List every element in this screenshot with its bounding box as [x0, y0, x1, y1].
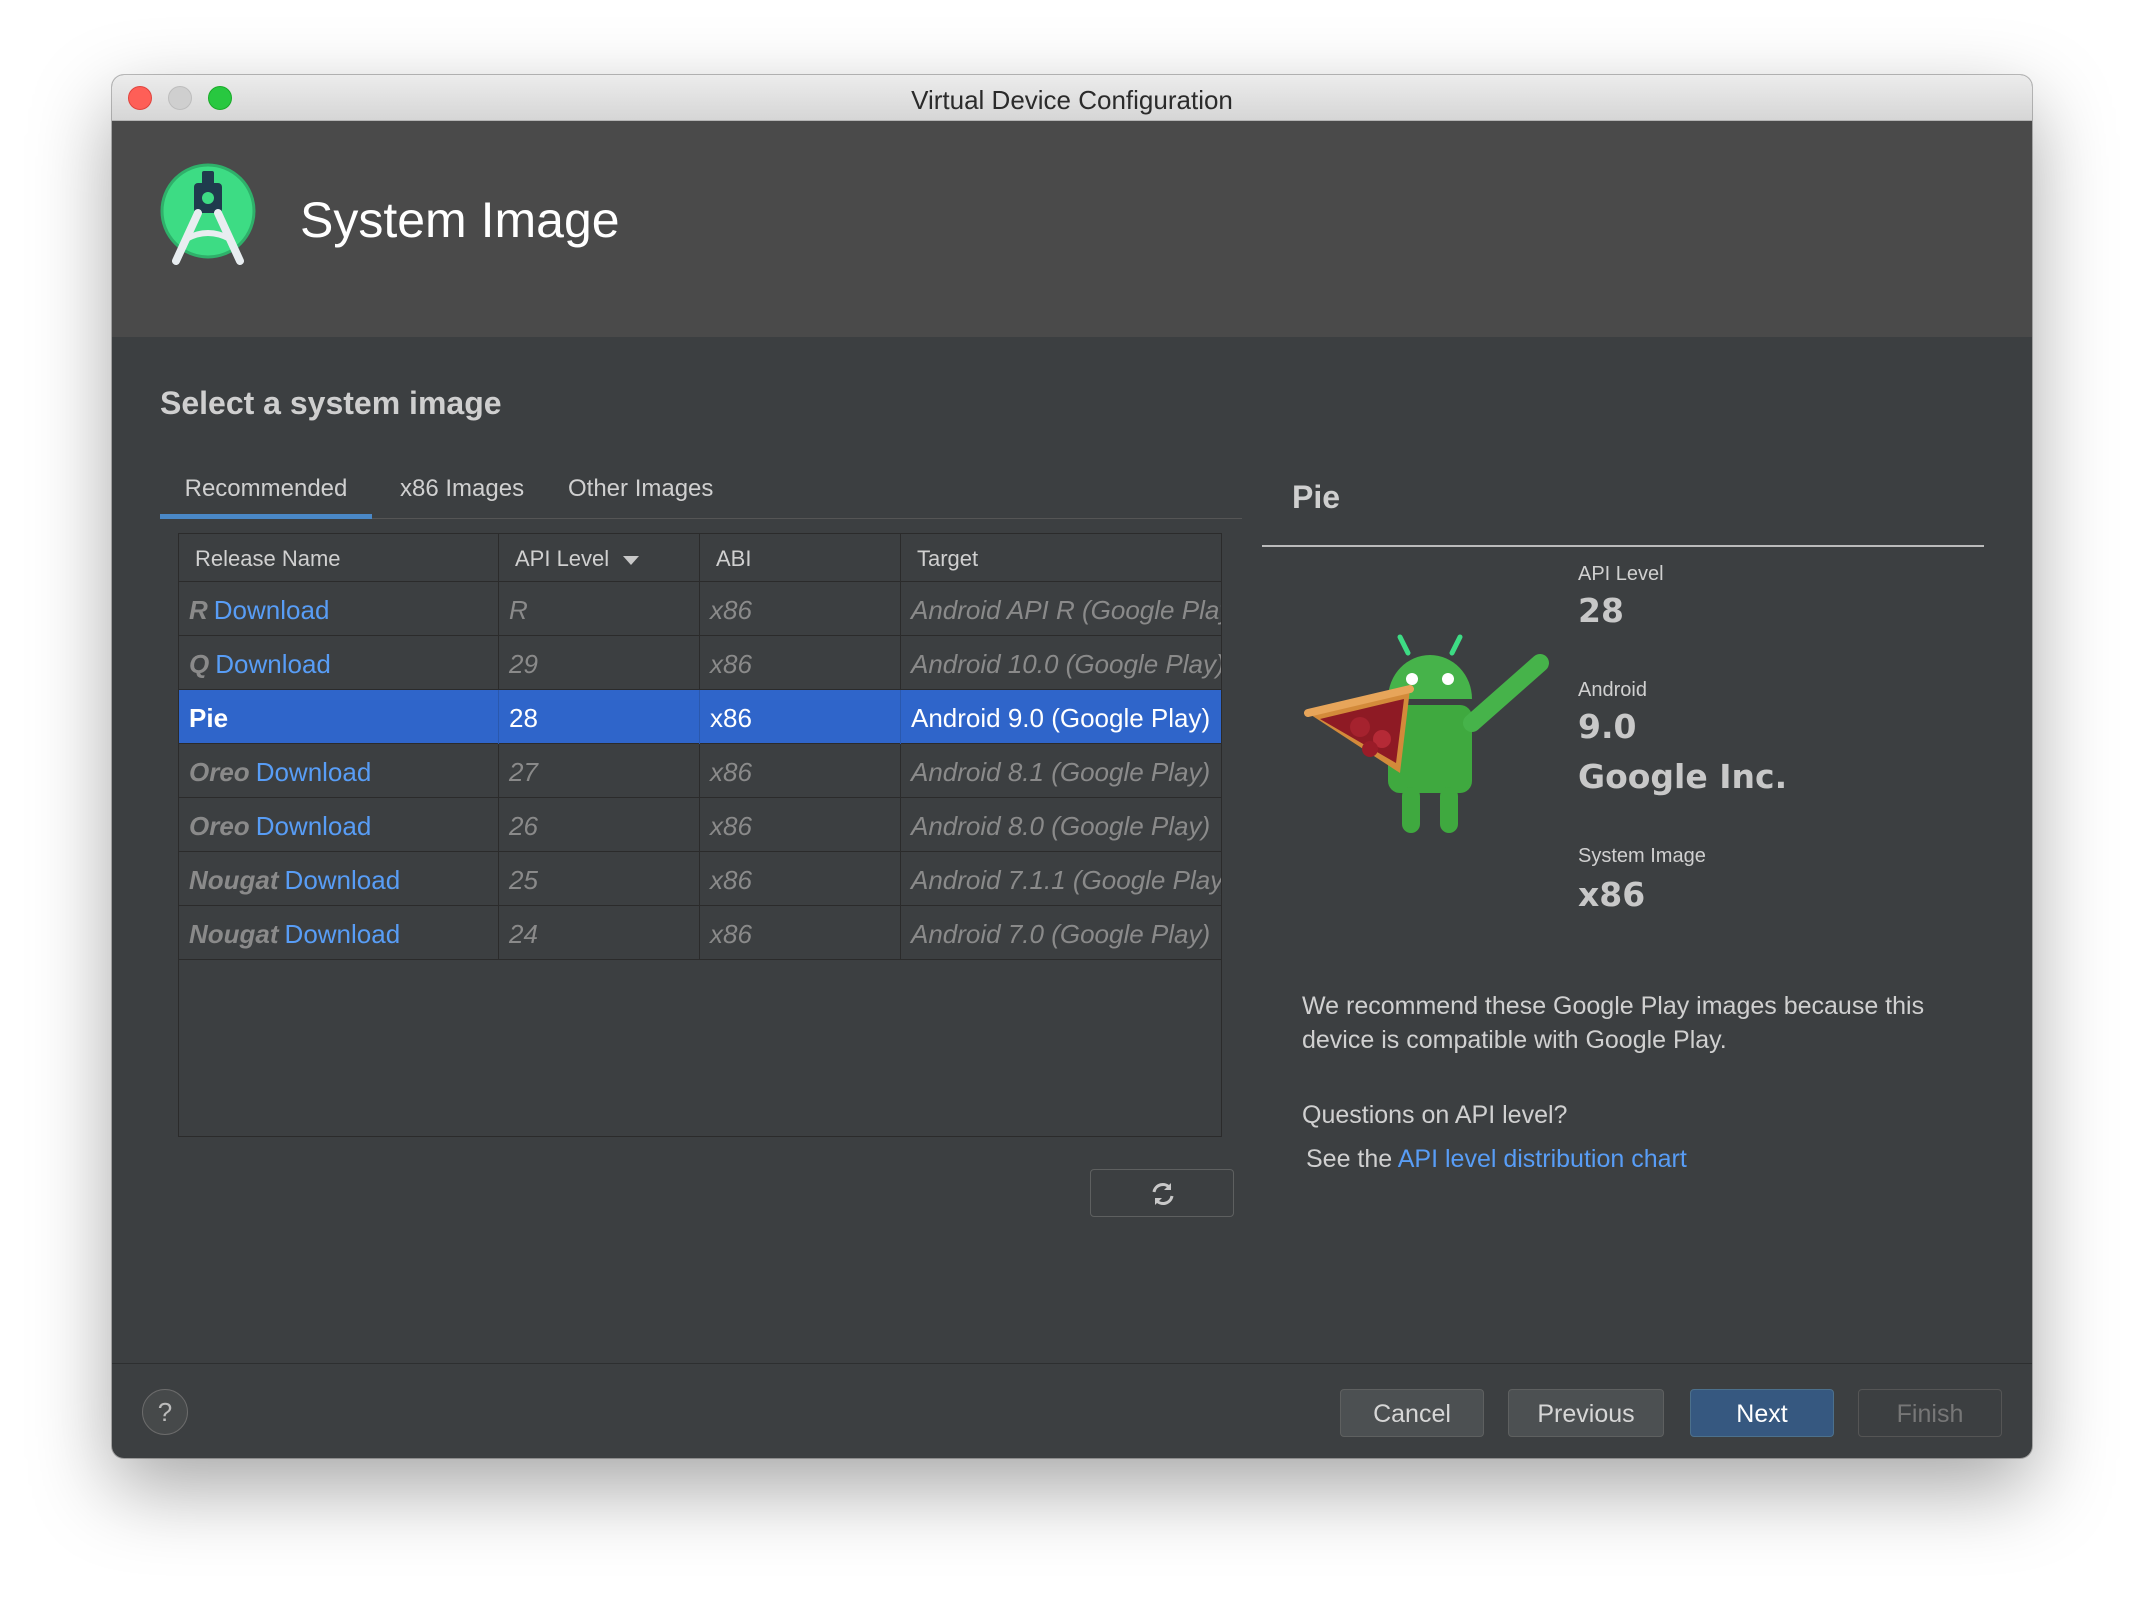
virtual-device-config-window: Virtual Device Configuration System Imag… — [112, 75, 2032, 1458]
previous-button[interactable]: Previous — [1508, 1389, 1664, 1437]
system-image-label: System Image — [1578, 845, 1706, 867]
android-pie-mascot-icon — [1304, 634, 1549, 833]
system-image-table: Release Name API Level ABI Target R Downl… — [178, 533, 1222, 1137]
refresh-icon — [1152, 1183, 1174, 1205]
finish-button[interactable]: Finish — [1858, 1389, 2002, 1437]
table-header: Release Name API Level ABI Target — [179, 534, 1221, 582]
column-header-release-name[interactable]: Release Name — [179, 534, 499, 582]
column-header-target[interactable]: Target — [901, 534, 1221, 582]
abi-cell: x86 — [700, 636, 901, 690]
download-link[interactable]: Download — [214, 595, 330, 625]
api-level-cell: 29 — [499, 636, 700, 690]
api-question-text: Questions on API level? — [1302, 1101, 1568, 1129]
refresh-button[interactable] — [1090, 1169, 1234, 1217]
page-title: System Image — [300, 192, 620, 248]
table-row[interactable]: Q Download 29 x86 Android 10.0 (Google Pl… — [179, 636, 1221, 690]
target-cell: Android 10.0 (Google Play) — [911, 649, 1221, 679]
next-button[interactable]: Next — [1690, 1389, 1834, 1437]
download-link[interactable]: Download — [215, 649, 331, 679]
release-name-cell: Oreo Download — [179, 798, 499, 852]
wizard-header: System Image — [112, 121, 2032, 337]
api-level-cell: 28 — [499, 690, 700, 744]
target-cell: Android 8.0 (Google Play) — [911, 811, 1211, 841]
android-label: Android — [1578, 679, 1647, 701]
release-name-cell: Pie — [179, 690, 499, 744]
image-tabs: Recommended x86 Images Other Images — [160, 467, 1242, 519]
system-image-value: x86 — [1578, 875, 1646, 914]
target-cell: Android 7.1.1 (Google Play) — [911, 865, 1221, 895]
detail-title: Pie — [1292, 479, 1341, 515]
target-cell: Android 8.1 (Google Play) — [911, 757, 1211, 787]
target-cell: Android 7.0 (Google Play) — [911, 919, 1211, 949]
table-row-selected[interactable]: Pie 28 x86 Android 9.0 (Google Play) — [179, 690, 1221, 744]
android-version-value: 9.0 — [1578, 707, 1637, 746]
api-level-cell: 27 — [499, 744, 700, 798]
target-cell: Android API R (Google Play) — [911, 595, 1221, 625]
download-link[interactable]: Download — [256, 757, 372, 787]
download-link[interactable]: Download — [285, 919, 401, 949]
tab-recommended[interactable]: Recommended — [160, 467, 372, 519]
recommendation-text: We recommend these Google Play images be… — [1302, 992, 1925, 1054]
api-distribution-chart-link[interactable]: API level distribution chart — [1398, 1145, 1687, 1173]
download-link[interactable]: Download — [285, 865, 401, 895]
api-level-cell: 26 — [499, 798, 700, 852]
cancel-button[interactable]: Cancel — [1340, 1389, 1484, 1437]
table-row[interactable]: Nougat Download 25 x86 Android 7.1.1 (Goo… — [179, 852, 1221, 906]
api-level-cell: R — [499, 582, 700, 636]
abi-cell: x86 — [700, 744, 901, 798]
window-title: Virtual Device Configuration — [911, 85, 1233, 115]
abi-cell: x86 — [700, 690, 901, 744]
abi-cell: x86 — [700, 852, 901, 906]
api-level-cell: 25 — [499, 852, 700, 906]
abi-cell: x86 — [700, 798, 901, 852]
api-level-cell: 24 — [499, 906, 700, 960]
section-title: Select a system image — [160, 385, 502, 421]
release-name-cell: Oreo Download — [179, 744, 499, 798]
vendor-value: Google Inc. — [1578, 757, 1788, 796]
tab-x86-images[interactable]: x86 Images — [400, 467, 524, 519]
android-studio-logo-icon — [160, 163, 256, 265]
abi-cell: x86 — [700, 582, 901, 636]
title-bar: Virtual Device Configuration — [112, 75, 2032, 121]
release-name-cell: Q Download — [179, 636, 499, 690]
detail-divider — [1262, 545, 1984, 547]
column-header-abi[interactable]: ABI — [700, 534, 901, 582]
download-link[interactable]: Download — [256, 811, 372, 841]
api-level-value: 28 — [1578, 591, 1624, 630]
table-row[interactable]: Oreo Download 26 x86 Android 8.0 (Google … — [179, 798, 1221, 852]
column-header-api-level[interactable]: API Level — [499, 534, 700, 582]
target-cell: Android 9.0 (Google Play) — [911, 703, 1211, 733]
tab-other-images[interactable]: Other Images — [568, 467, 713, 519]
help-button[interactable]: ? — [142, 1389, 188, 1435]
api-level-label: API Level — [1578, 563, 1664, 585]
release-name-cell: R Download — [179, 582, 499, 636]
table-row[interactable]: Nougat Download 24 x86 Android 7.0 (Googl… — [179, 906, 1221, 960]
table-row[interactable]: R Download R x86 Android API R (Google Pl… — [179, 582, 1221, 636]
table-row[interactable]: Oreo Download 27 x86 Android 8.1 (Google … — [179, 744, 1221, 798]
release-name-cell: Nougat Download — [179, 852, 499, 906]
footer-divider — [112, 1363, 2032, 1364]
abi-cell: x86 — [700, 906, 901, 960]
see-chart-line: See the API level distribution chart — [1306, 1145, 1687, 1173]
release-name-cell: Nougat Download — [179, 906, 499, 960]
sort-descending-icon — [623, 555, 640, 565]
